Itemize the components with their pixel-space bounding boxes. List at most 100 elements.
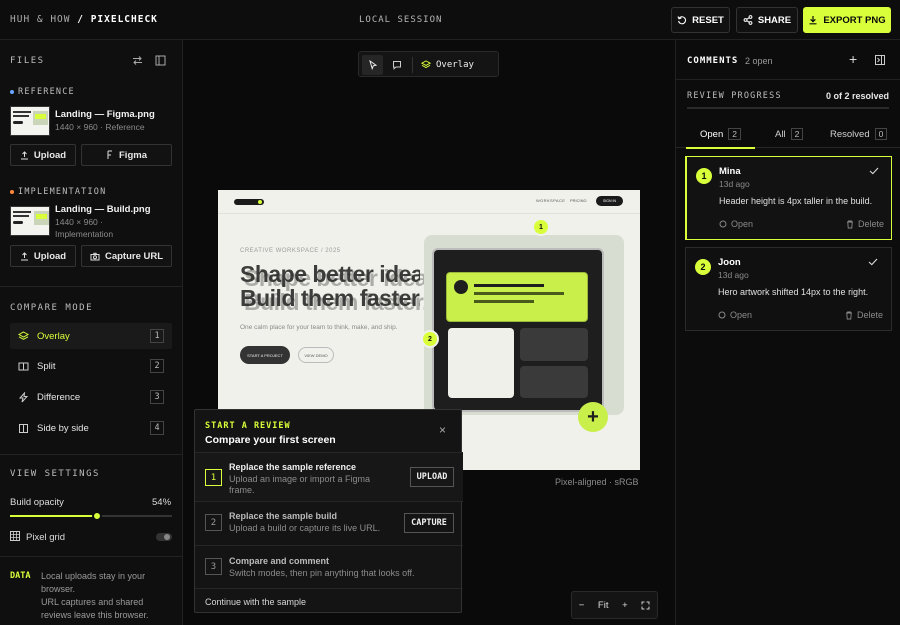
opacity-slider-handle[interactable] [92,511,103,521]
tab-all-label: All [775,128,786,140]
mode-split[interactable]: Split 2 [10,353,172,379]
session-label: LOCAL SESSION [359,15,443,25]
mock-headline-line: Shape better ideas. [244,266,424,291]
brand-prefix: HUH & HOW [10,14,71,25]
collapse-sidebar-icon[interactable] [155,55,166,66]
mode-side-by-side[interactable]: Side by side 4 [10,415,172,441]
collapse-panel-icon[interactable] [875,55,885,65]
comment-delete-button[interactable]: Delete [845,310,883,320]
onboarding-panel: START A REVIEW Compare your first screen… [194,409,463,614]
mock-artwork-line [474,284,544,287]
onboarding-footer: Continue with the sample [195,588,463,614]
zoom-level[interactable]: Fit [598,600,609,611]
mock-logo-dot [258,200,262,204]
capture-url-label: Capture URL [104,250,164,262]
toggle-knob [164,534,170,540]
share-button[interactable]: SHARE [736,7,798,33]
mode-overlay[interactable]: Overlay 1 [10,323,172,349]
capture-url-button[interactable]: Capture URL [81,245,172,267]
overlay-mode-chip[interactable]: Overlay [418,55,496,75]
comment-delete-button[interactable]: Delete [846,219,884,229]
brand[interactable]: HUH & HOW / PIXELCHECK [10,14,158,25]
zoom-controls: − Fit + [571,591,658,619]
brand-app-name: PIXELCHECK [90,14,158,25]
resolve-check-icon[interactable] [869,167,879,175]
comment-pin-2[interactable]: 2 [421,330,439,348]
fullscreen-icon[interactable] [641,601,650,610]
opacity-slider[interactable] [10,511,172,521]
onboarding-step-2[interactable]: 2 Replace the sample build Upload a buil… [195,501,463,545]
comment-tool[interactable] [386,55,407,75]
tab-resolved-label: Resolved [830,128,870,140]
data-tag: DATA [10,571,31,581]
onboarding-eyebrow: START A REVIEW [205,421,291,431]
tab-resolved-count: 0 [874,128,888,140]
resolve-check-icon[interactable] [868,258,878,266]
implementation-upload-button[interactable]: Upload [10,245,76,267]
comment-number: 2 [695,259,711,275]
onboarding-step-3: 3 Compare and comment Switch modes, then… [195,545,463,588]
sidebar-divider [0,556,183,557]
split-icon [18,362,29,370]
comment-card-1[interactable]: 1 Mina 13d ago Header height is 4px tall… [685,156,892,240]
review-progress-text: 0 of 2 resolved [826,91,890,101]
continue-sample-link[interactable]: Continue with the sample [205,597,306,607]
onboarding-title: Compare your first screen [205,434,336,446]
review-progress-bar [687,107,889,109]
implementation-section-title: IMPLEMENTATION [10,187,106,197]
onboarding-step-1[interactable]: 1 Replace the sample reference Upload an… [195,452,463,501]
add-comment-icon[interactable]: + [849,52,857,66]
zoom-in-button[interactable]: + [622,600,628,611]
comments-panel: COMMENTS 2 open + REVIEW PROGRESS 0 of 2… [675,40,900,625]
step-title: Compare and comment [229,556,330,566]
comments-open-count: 2 open [745,56,773,66]
pixel-grid-toggle[interactable] [156,533,172,541]
figma-import-button[interactable]: Figma [81,144,172,166]
implementation-thumbnail[interactable] [10,206,50,236]
mode-split-key: 2 [150,359,164,373]
tab-resolved[interactable]: Resolved 0 [830,120,888,148]
zoom-out-button[interactable]: − [579,600,585,611]
grid-icon [10,531,20,541]
layers-icon [421,60,431,69]
comment-open-label: Open [731,219,754,229]
layers-icon [18,330,29,340]
comments-title: COMMENTS [687,56,739,66]
comment-card-2[interactable]: 2 Joon 13d ago Hero artwork shifted 14px… [685,247,892,331]
mock-artwork-line [474,300,534,303]
camera-icon [90,252,100,260]
app-root: HUH & HOW / PIXELCHECK LOCAL SESSION RES… [0,0,900,625]
upload-icon [20,251,28,260]
close-icon[interactable]: × [439,424,446,436]
export-png-button[interactable]: EXPORT PNG [803,7,891,33]
select-tool[interactable] [362,55,383,75]
mode-difference-label: Difference [37,391,81,403]
reset-icon [677,16,687,25]
data-note: Local uploads stay in your browser. URL … [41,570,149,622]
comment-text: Header height is 4px taller in the build… [719,196,873,206]
overlay-mode-label: Overlay [436,60,474,70]
files-title: FILES [10,56,45,66]
comment-pin-1[interactable]: 1 [532,218,550,236]
comment-open-status[interactable]: Open [718,310,752,320]
step-capture-button[interactable]: CAPTURE [404,513,454,533]
mock-nav-link: PRICING [570,198,587,203]
tab-open-count: 2 [728,128,741,140]
tab-all[interactable]: All 2 [775,120,804,148]
columns-icon [19,423,28,433]
comment-delete-label: Delete [857,310,884,320]
step-description: Switch modes, then pin anything that loo… [229,568,415,578]
lightning-icon [18,391,29,402]
comment-time: 13d ago [719,179,750,189]
comment-open-status[interactable]: Open [719,219,753,229]
canvas-caption: Pixel-aligned · sRGB [555,477,639,487]
mode-difference[interactable]: Difference 3 [10,384,172,410]
swap-files-icon[interactable] [132,55,143,66]
step-upload-button[interactable]: UPLOAD [410,467,454,487]
step-number: 2 [205,514,222,531]
reference-thumbnail[interactable] [10,106,50,136]
figma-label: Figma [119,149,147,161]
reset-button[interactable]: RESET [671,7,730,33]
tab-open[interactable]: Open 2 [686,120,755,149]
reference-upload-button[interactable]: Upload [10,144,76,166]
